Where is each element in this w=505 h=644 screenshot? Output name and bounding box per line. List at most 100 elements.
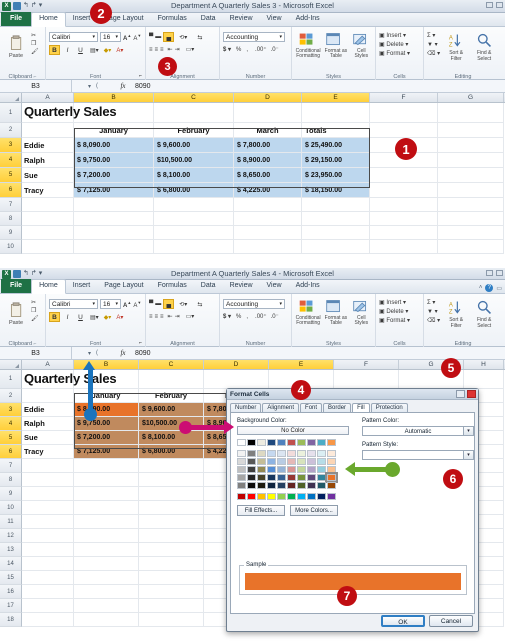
cell-f8[interactable] <box>370 212 438 226</box>
increase-indent-icon[interactable]: ⇥ <box>175 313 180 320</box>
cell-b9[interactable] <box>74 487 139 501</box>
swatch-tint[interactable] <box>237 482 246 489</box>
cell-f7[interactable] <box>370 198 438 212</box>
align-bottom-icon[interactable]: ▄ <box>163 299 175 309</box>
more-colors-button[interactable]: More Colors... <box>290 505 338 516</box>
swatch-tint[interactable] <box>287 466 296 473</box>
cell-c14[interactable] <box>139 557 204 571</box>
cell-b6[interactable]: $ 7,125.00 <box>74 445 139 459</box>
swatch-tint[interactable] <box>297 482 306 489</box>
swatch-tint[interactable] <box>277 450 286 457</box>
tab-review[interactable]: Review <box>223 13 260 26</box>
restore-window-icon[interactable]: ▭ <box>496 285 502 292</box>
formula-nav-buttons[interactable]: ▾( <box>72 83 114 90</box>
cell-c5[interactable]: $ 8,100.00 <box>139 431 204 445</box>
swatch-tint[interactable] <box>237 450 246 457</box>
dialog-tab-protection[interactable]: Protection <box>370 403 408 412</box>
swatch-tint[interactable] <box>287 474 296 481</box>
comma-format-icon[interactable]: , <box>246 47 248 53</box>
cell-c12[interactable] <box>139 529 204 543</box>
increase-decimal-icon[interactable]: .00⁺ <box>255 313 267 320</box>
cell-a7[interactable] <box>22 198 74 212</box>
column-header-c[interactable]: C <box>154 93 234 102</box>
formula-nav-buttons-bottom[interactable]: ▾( <box>72 350 114 357</box>
borders-icon[interactable]: ▤▾ <box>90 314 99 321</box>
cell-a14[interactable] <box>22 557 74 571</box>
table-row[interactable]: 3 Eddie $ 8,090.00 $ 9,600.00 $ 7,800.00… <box>0 138 505 153</box>
column-header-f[interactable]: F <box>334 360 399 369</box>
cell-c8[interactable] <box>139 473 204 487</box>
swatch-std[interactable] <box>317 493 326 500</box>
tab-data[interactable]: Data <box>194 280 223 293</box>
font-name-combo[interactable]: Calibri ▾ <box>49 32 98 42</box>
column-header-f[interactable]: F <box>370 93 438 102</box>
row-header-6[interactable]: 6 <box>0 445 22 459</box>
name-box-bottom[interactable]: B3 <box>0 347 72 359</box>
swatch-white[interactable] <box>237 439 246 446</box>
format-cells-button[interactable]: ▣ Format ▾ <box>379 317 420 324</box>
cell-b6[interactable]: $ 7,125.00 <box>74 183 154 198</box>
row-header-5[interactable]: 5 <box>0 431 22 445</box>
cell-d1[interactable] <box>234 103 302 123</box>
cell-g3[interactable] <box>438 138 504 153</box>
column-header-a[interactable]: A <box>22 93 74 102</box>
minimize-button[interactable] <box>486 270 493 276</box>
restore-button[interactable] <box>496 270 503 276</box>
row-header-8[interactable]: 8 <box>0 212 22 226</box>
cell-a15[interactable] <box>22 571 74 585</box>
swatch-tint[interactable] <box>237 458 246 465</box>
row-header-2[interactable]: 2 <box>0 123 22 138</box>
dialog-tab-border[interactable]: Border <box>323 403 352 412</box>
cell-g2[interactable] <box>438 123 504 138</box>
dialog-tab-alignment[interactable]: Alignment <box>262 403 300 412</box>
table-row[interactable]: 10 <box>0 240 505 254</box>
clear-icon[interactable]: ⌫ ▾ <box>427 317 440 324</box>
cell-g10[interactable] <box>438 240 504 254</box>
tab-review[interactable]: Review <box>223 280 260 293</box>
swatch-tint[interactable] <box>257 474 266 481</box>
accounting-format-icon[interactable]: $ ▾ <box>223 313 231 320</box>
row-header-10[interactable]: 10 <box>0 240 22 254</box>
swatch-purple[interactable] <box>307 439 316 446</box>
column-header-g[interactable]: G <box>438 93 504 102</box>
cell-a12[interactable] <box>22 529 74 543</box>
italic-button[interactable]: I <box>62 312 73 322</box>
select-all-corner[interactable] <box>0 360 22 369</box>
table-row[interactable]: 2 January February March Totals <box>0 123 505 138</box>
cell-b18[interactable] <box>74 613 139 627</box>
column-header-h[interactable]: H <box>464 360 504 369</box>
enter-formula-icon[interactable]: ( <box>96 350 98 357</box>
swatch-tint[interactable] <box>257 466 266 473</box>
swatch-std[interactable] <box>297 493 306 500</box>
tab-page-layout[interactable]: Page Layout <box>97 280 150 293</box>
row-header-16[interactable]: 16 <box>0 585 22 599</box>
cell-b2[interactable]: January <box>74 123 154 138</box>
row-header-3[interactable]: 3 <box>0 138 22 153</box>
swatch-tint[interactable] <box>307 458 316 465</box>
row-header-9[interactable]: 9 <box>0 487 22 501</box>
cell-d6[interactable]: $ 4,225.00 <box>234 183 302 198</box>
swatch-tint[interactable] <box>307 466 316 473</box>
copy-icon[interactable]: ❐ <box>31 307 39 314</box>
format-cells-button[interactable]: ▣ Format ▾ <box>379 50 420 57</box>
swatch-tint[interactable] <box>297 450 306 457</box>
cell-e3[interactable]: $ 25,490.00 <box>302 138 370 153</box>
cancel-button[interactable]: Cancel <box>429 615 473 627</box>
cell-e2[interactable]: Totals <box>302 123 370 138</box>
pattern-color-dropdown[interactable]: Automatic ▾ <box>362 426 474 436</box>
cell-g9[interactable] <box>438 226 504 240</box>
orientation-icon[interactable]: ⟲▾ <box>179 34 187 41</box>
tab-formulas[interactable]: Formulas <box>151 280 194 293</box>
clipboard-dialog-launcher[interactable]: ⌐ <box>34 341 37 347</box>
merge-center-icon[interactable]: ▭▾ <box>186 313 195 320</box>
tab-formulas[interactable]: Formulas <box>151 13 194 26</box>
row-header-4[interactable]: 4 <box>0 153 22 168</box>
cancel-formula-icon[interactable]: ▾ <box>88 83 91 90</box>
cell-a7[interactable] <box>22 459 74 473</box>
increase-indent-icon[interactable]: ⇥ <box>175 46 180 53</box>
cell-a18[interactable] <box>22 613 74 627</box>
cell-c11[interactable] <box>139 515 204 529</box>
cell-b8[interactable] <box>74 212 154 226</box>
cell-g1[interactable] <box>438 103 504 123</box>
dialog-tab-fill[interactable]: Fill <box>352 403 370 412</box>
